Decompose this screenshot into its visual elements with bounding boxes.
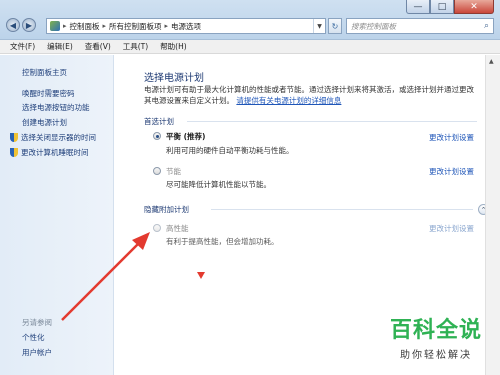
- plan-balanced-name[interactable]: 平衡 (推荐): [166, 131, 205, 142]
- breadcrumb-separator-icon: ▸: [63, 22, 67, 30]
- refresh-icon[interactable]: ↻: [328, 18, 342, 34]
- menu-file[interactable]: 文件(F): [10, 41, 35, 52]
- sidebar-item-power-button[interactable]: 选择电源按钮的功能: [22, 102, 90, 113]
- menu-help[interactable]: 帮助(H): [160, 41, 187, 52]
- sidebar-item-display-off[interactable]: 选择关闭显示器的时间: [10, 132, 96, 143]
- page-description: 电源计划可有助于最大化计算机的性能或者节能。通过选择计划来将其激活，或选择计划并…: [144, 84, 479, 106]
- window-controls: — □ ✕: [406, 0, 494, 14]
- watermark-logo: 百科全说 助你轻松解决: [376, 312, 496, 361]
- plan-high-performance-radio[interactable]: [153, 224, 161, 232]
- plan-balanced-settings-link[interactable]: 更改计划设置: [429, 132, 474, 143]
- address-bar[interactable]: ▸ 控制面板 ▸ 所有控制面板项 ▸ 电源选项 ▼: [46, 18, 326, 34]
- menu-view[interactable]: 查看(V): [85, 41, 111, 52]
- breadcrumb-item[interactable]: 电源选项: [171, 21, 201, 32]
- plan-power-saver-settings-link[interactable]: 更改计划设置: [429, 166, 474, 177]
- breadcrumb-separator-icon: ▸: [102, 22, 107, 30]
- close-button[interactable]: ✕: [454, 0, 494, 14]
- hidden-plans-header[interactable]: 隐藏附加计划: [144, 204, 189, 215]
- address-dropdown-icon[interactable]: ▼: [313, 19, 325, 33]
- maximize-button[interactable]: □: [430, 0, 454, 14]
- see-also-title: 另请参阅: [22, 318, 52, 327]
- forward-arrow-icon[interactable]: ▶: [22, 18, 36, 32]
- page-title: 选择电源计划: [144, 73, 204, 84]
- sidebar-home-link[interactable]: 控制面板主页: [22, 67, 67, 78]
- plan-high-performance-name[interactable]: 高性能: [166, 223, 189, 234]
- minimize-button[interactable]: —: [406, 0, 430, 14]
- shield-icon: [10, 148, 18, 157]
- search-input[interactable]: 搜索控制面板 ⌕: [346, 18, 494, 34]
- sidebar-item-sleep-time[interactable]: 更改计算机睡眠时间: [10, 147, 89, 158]
- red-pointer-icon: [197, 272, 205, 279]
- sidebar-item-label: 选择关闭显示器的时间: [21, 133, 96, 142]
- plan-high-performance-desc: 有利于提高性能，但会增加功耗。: [166, 237, 279, 246]
- breadcrumb-separator-icon: ▸: [164, 22, 169, 30]
- watermark-subtitle: 助你轻松解决: [400, 350, 472, 361]
- section-divider: [187, 121, 477, 122]
- sidebar: 控制面板主页 唤醒时需要密码 选择电源按钮的功能 创建电源计划 选择关闭显示器的…: [0, 55, 114, 375]
- nav-buttons: ◀ ▶: [6, 18, 36, 32]
- sidebar-item-wake-password[interactable]: 唤醒时需要密码: [22, 88, 75, 99]
- plan-power-saver-radio[interactable]: [153, 167, 161, 175]
- control-panel-icon: [50, 21, 60, 31]
- preferred-plans-header: 首选计划: [144, 117, 174, 126]
- plan-power-saver-desc: 尽可能降低计算机性能以节能。: [166, 180, 271, 189]
- sidebar-item-create-plan[interactable]: 创建电源计划: [22, 117, 67, 128]
- search-placeholder: 搜索控制面板: [351, 21, 396, 31]
- breadcrumb-item[interactable]: 所有控制面板项: [109, 21, 162, 32]
- breadcrumb-item[interactable]: 控制面板: [70, 21, 100, 32]
- menu-tools[interactable]: 工具(T): [123, 41, 148, 52]
- see-also-personalization[interactable]: 个性化: [22, 332, 45, 343]
- back-arrow-icon[interactable]: ◀: [6, 18, 20, 32]
- window-titlebar: — □ ✕ ◀ ▶ ▸ 控制面板 ▸ 所有控制面板项 ▸ 电源选项 ▼ ↻ 搜索…: [0, 0, 500, 40]
- plan-high-performance-settings-link[interactable]: 更改计划设置: [429, 223, 474, 234]
- plan-balanced-desc: 利用可用的硬件自动平衡功耗与性能。: [166, 146, 294, 155]
- watermark-title: 百科全说: [389, 318, 482, 343]
- plan-balanced-radio[interactable]: [153, 132, 161, 140]
- menu-edit[interactable]: 编辑(E): [47, 41, 73, 52]
- scroll-up-icon[interactable]: ▲: [489, 58, 494, 65]
- see-also-user-accounts[interactable]: 用户帐户: [22, 347, 52, 358]
- sidebar-item-label: 更改计算机睡眠时间: [21, 148, 89, 157]
- shield-icon: [10, 133, 18, 142]
- power-plan-info-link[interactable]: 请提供有关电源计划的详细信息: [236, 96, 341, 105]
- menu-bar: 文件(F) 编辑(E) 查看(V) 工具(T) 帮助(H): [0, 40, 500, 54]
- search-icon[interactable]: ⌕: [484, 21, 489, 31]
- plan-power-saver-name[interactable]: 节能: [166, 166, 181, 177]
- section-divider: [211, 209, 473, 210]
